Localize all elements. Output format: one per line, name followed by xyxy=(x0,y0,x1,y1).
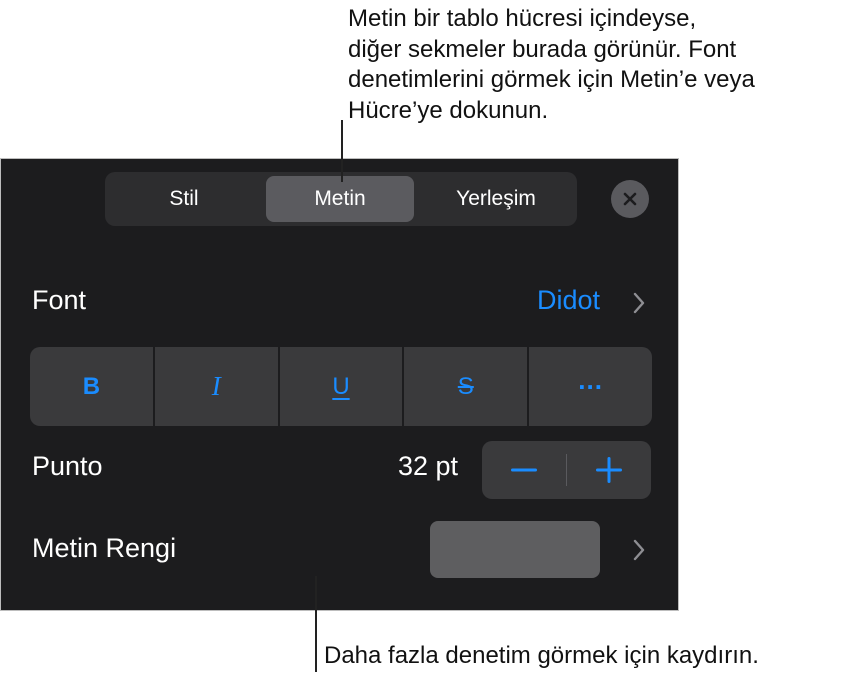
size-stepper xyxy=(482,441,651,499)
italic-icon: I xyxy=(211,371,221,401)
font-label: Font xyxy=(32,285,87,315)
tab-yerlesim[interactable]: Yerleşim xyxy=(419,176,573,222)
chevron-right-icon[interactable] xyxy=(632,291,646,315)
callout-leader-line-top xyxy=(341,120,343,182)
minus-icon xyxy=(510,468,537,472)
callout-tabs: Metin bir tablo hücresi içindeyse, diğer… xyxy=(348,5,755,124)
plus-icon xyxy=(596,457,623,483)
size-label: Punto xyxy=(32,451,103,481)
close-button[interactable] xyxy=(611,180,649,218)
callout-leader-line-bottom xyxy=(315,576,317,672)
text-style-buttons: B I U S ... xyxy=(30,347,652,426)
increase-size-button[interactable] xyxy=(567,441,651,499)
decrease-size-button[interactable] xyxy=(482,441,566,499)
text-color-label: Metin Rengi xyxy=(32,533,177,563)
bold-button[interactable]: B xyxy=(30,347,155,426)
more-icon: ... xyxy=(578,365,603,395)
size-value: 32 pt xyxy=(397,451,458,481)
font-value[interactable]: Didot xyxy=(537,285,600,316)
strikethrough-button[interactable]: S xyxy=(404,347,530,426)
italic-button[interactable]: I xyxy=(155,347,280,426)
text-color-swatch[interactable] xyxy=(430,521,600,578)
tab-stil[interactable]: Stil xyxy=(109,176,259,222)
close-icon xyxy=(623,192,637,206)
callout-scroll: Daha fazla denetim görmek için kaydırın. xyxy=(324,642,759,669)
more-styles-button[interactable]: ... xyxy=(529,347,652,426)
bold-icon: B xyxy=(82,372,101,400)
format-panel: Stil Metin Yerleşim Font Didot B I U S .… xyxy=(0,158,679,611)
chevron-right-icon[interactable] xyxy=(632,538,646,562)
tab-metin[interactable]: Metin xyxy=(266,176,414,222)
underline-button[interactable]: U xyxy=(280,347,405,426)
underline-icon: U xyxy=(332,372,350,400)
strikethrough-icon: S xyxy=(457,372,474,400)
